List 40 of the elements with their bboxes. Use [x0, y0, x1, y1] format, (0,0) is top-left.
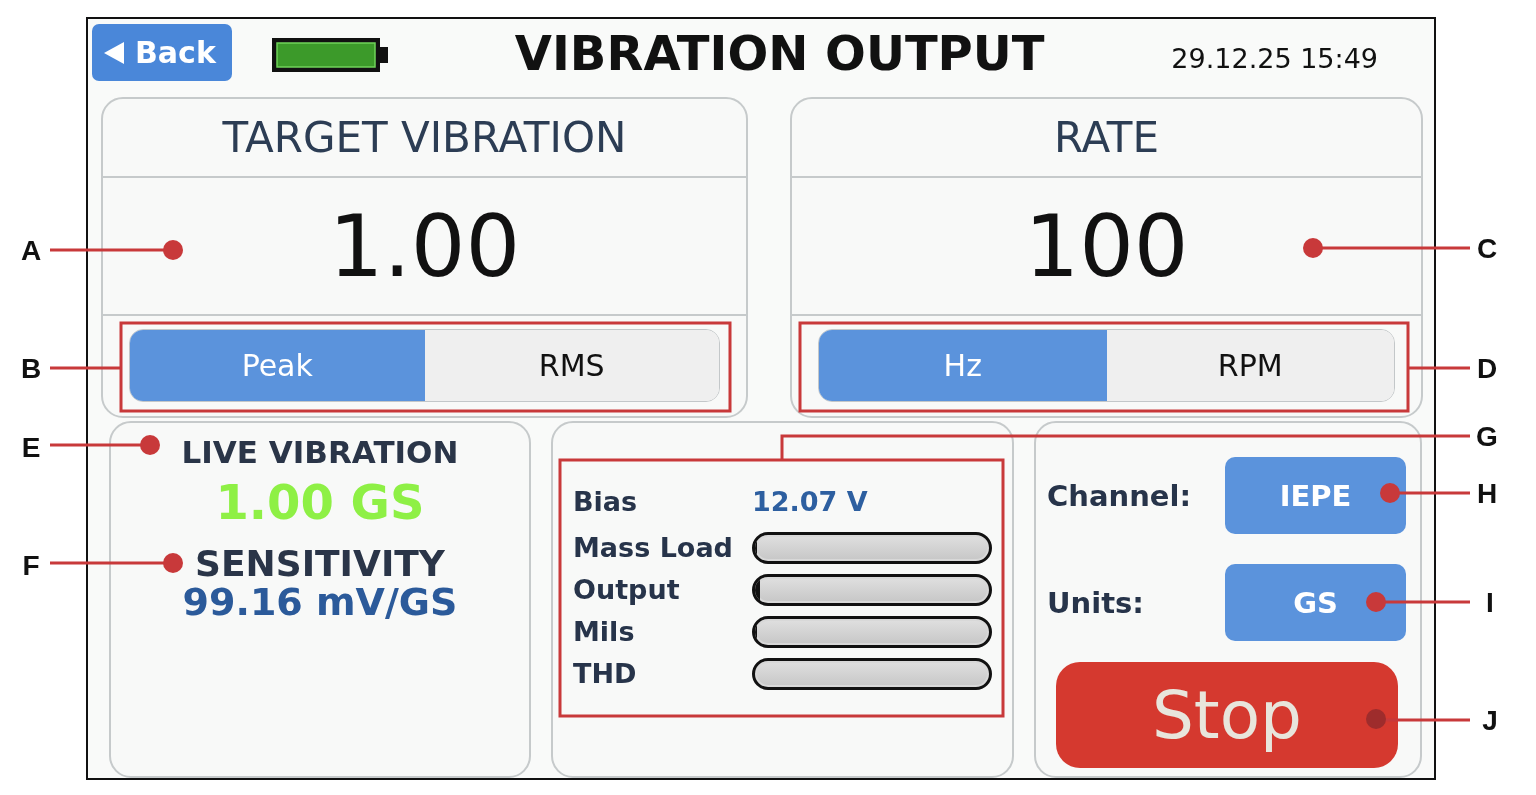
panel-title: TARGET VIBRATION — [222, 112, 627, 163]
unit-option[interactable]: Hz — [819, 330, 1107, 401]
left-triangle-icon — [104, 41, 124, 64]
channel-button[interactable]: IEPE — [1225, 457, 1406, 534]
sensitivity-value: 99.16 mV/GS — [182, 583, 458, 621]
meter-label: Mass Load — [573, 532, 733, 564]
rate-value[interactable]: 100 — [1024, 196, 1189, 296]
live-vibration-title: LIVE VIBRATION — [181, 434, 459, 470]
mode-option[interactable]: Peak — [130, 330, 425, 401]
sensitivity-title: SENSITIVITY — [195, 545, 445, 583]
units-label: Units: — [1047, 585, 1144, 620]
battery-icon — [272, 38, 388, 72]
target-value[interactable]: 1.00 — [328, 196, 521, 296]
callout-letter: F — [22, 549, 40, 581]
meter-label: Mils — [573, 616, 635, 648]
callout-letter: J — [1482, 704, 1498, 736]
bias-value: 12.07 V — [752, 486, 868, 518]
meter-label: THD — [573, 658, 637, 690]
units-button[interactable]: GS — [1225, 564, 1406, 641]
bias-label: Bias — [573, 486, 638, 518]
date-time: 29.12.25 15:49 — [1171, 43, 1378, 75]
callout-letter: D — [1476, 352, 1498, 384]
channel-label: Channel: — [1047, 478, 1191, 513]
live-vibration-value: 1.00 GS — [215, 474, 425, 530]
callout-letter: E — [21, 431, 41, 463]
callout-line — [50, 366, 121, 370]
callout-letter: B — [20, 352, 42, 384]
callout-letter: A — [20, 234, 42, 266]
stop-button[interactable]: Stop — [1056, 662, 1398, 768]
callout-letter: C — [1476, 232, 1498, 264]
meter-label: Output — [573, 574, 680, 606]
callout-line — [1408, 366, 1470, 370]
unit-option[interactable]: RPM — [1106, 330, 1394, 401]
back-button[interactable]: Back — [92, 24, 232, 81]
screen-title: VIBRATION OUTPUT — [514, 25, 1045, 81]
callout-letter: H — [1476, 477, 1498, 509]
panel-title: RATE — [1053, 112, 1160, 163]
callout-letter: I — [1486, 586, 1494, 618]
mode-option[interactable]: RMS — [424, 330, 719, 401]
callout-letter: G — [1476, 420, 1498, 452]
